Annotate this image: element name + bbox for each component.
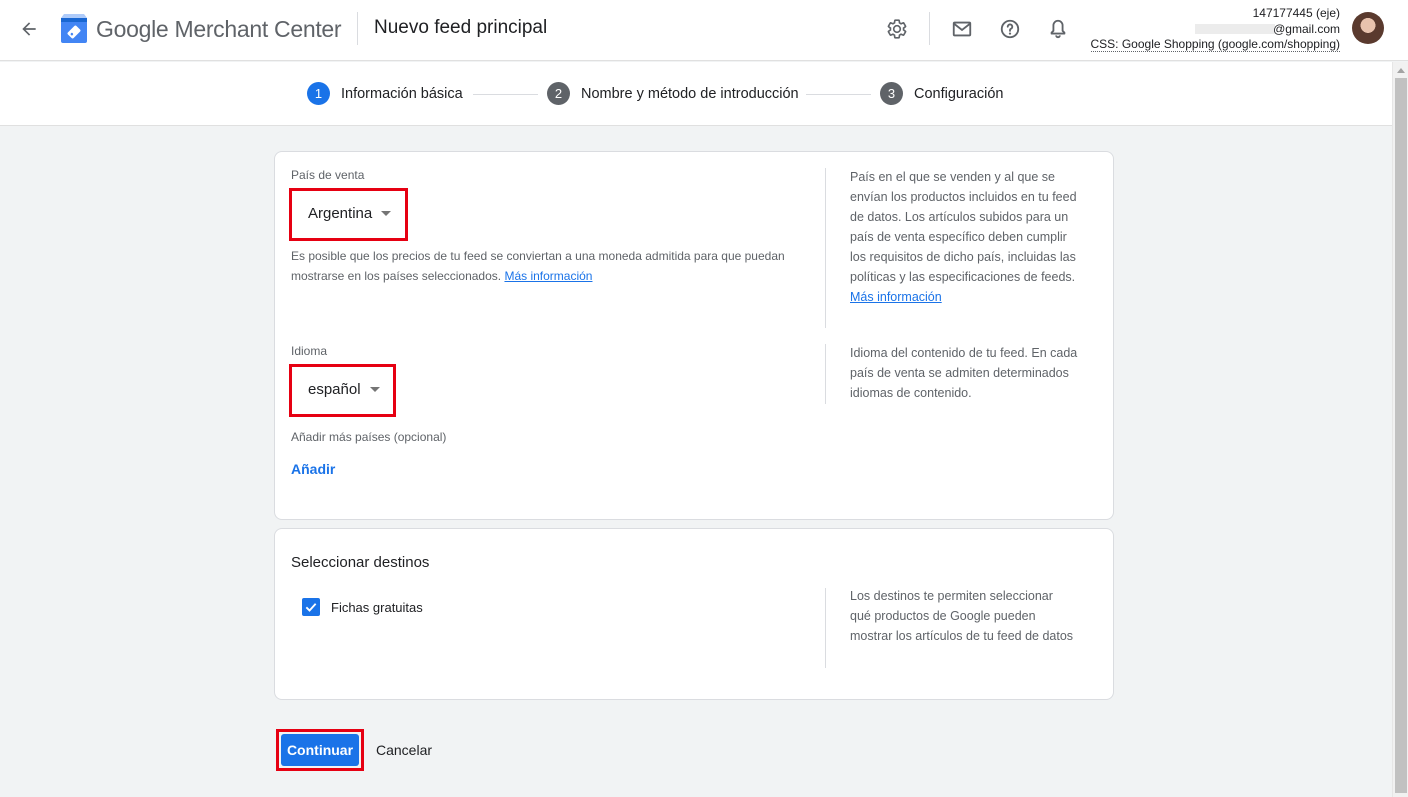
free-listings-checkbox[interactable] xyxy=(302,598,320,616)
step-connector xyxy=(473,94,538,95)
language-description: Idioma del contenido de tu feed. En cada… xyxy=(850,346,1078,400)
account-email: @gmail.com xyxy=(1091,21,1340,38)
stepper: 1 Información básica 2 Nombre y método d… xyxy=(0,62,1392,126)
top-app-bar: Google Merchant Center Nuevo feed princi… xyxy=(0,0,1408,61)
step-2-label: Nombre y método de introducción xyxy=(581,85,799,102)
brand-name: Google Merchant Center xyxy=(96,16,342,43)
add-country-button[interactable]: Añadir xyxy=(291,461,335,477)
country-description-link[interactable]: Más información xyxy=(850,290,942,304)
step-1: 1 Información básica xyxy=(307,82,463,105)
scrollbar-thumb[interactable] xyxy=(1395,78,1407,793)
free-listings-label[interactable]: Fichas gratuitas xyxy=(331,600,423,615)
brand-product: Merchant Center xyxy=(174,16,342,42)
country-divider xyxy=(825,168,826,328)
step-2-number: 2 xyxy=(547,82,570,105)
bell-icon[interactable] xyxy=(1044,15,1072,43)
basic-info-card: País de venta Argentina Es posible que l… xyxy=(274,151,1114,520)
step-3-number: 3 xyxy=(880,82,903,105)
step-1-label: Información básica xyxy=(341,85,463,102)
page-title: Nuevo feed principal xyxy=(374,17,548,38)
gear-icon[interactable] xyxy=(883,15,911,43)
account-id: 147177445 (eje) xyxy=(1252,6,1340,20)
step-3-label: Configuración xyxy=(914,85,1004,102)
more-countries-label: Añadir más países (opcional) xyxy=(291,430,447,444)
redacted-email xyxy=(1195,24,1276,35)
merchant-center-logo[interactable] xyxy=(60,14,88,44)
step-3: 3 Configuración xyxy=(880,82,1003,105)
country-description: País en el que se venden y al que se env… xyxy=(850,167,1085,307)
step-2: 2 Nombre y método de introducción xyxy=(547,82,799,105)
brand-google: Google xyxy=(96,16,169,42)
header-divider xyxy=(357,12,358,45)
country-label: País de venta xyxy=(291,168,365,182)
step-1-number: 1 xyxy=(307,82,330,105)
language-label: Idioma xyxy=(291,344,328,358)
destinations-title: Seleccionar destinos xyxy=(291,554,430,571)
country-helper: Es posible que los precios de tu feed se… xyxy=(291,246,791,286)
language-divider xyxy=(825,344,826,404)
arrow-back-icon[interactable] xyxy=(14,14,44,44)
cancel-button[interactable]: Cancelar xyxy=(372,734,436,766)
country-helper-link[interactable]: Más información xyxy=(504,269,592,283)
continue-button[interactable]: Continuar xyxy=(281,734,359,766)
page-scrollbar[interactable] xyxy=(1392,62,1408,797)
help-icon[interactable] xyxy=(996,15,1024,43)
step-connector xyxy=(806,94,871,95)
country-description-text: País en el que se venden y al que se env… xyxy=(850,170,1077,284)
destinations-card: Seleccionar destinos Fichas gratuitas Lo… xyxy=(274,528,1114,700)
account-css-link[interactable]: CSS: Google Shopping (google.com/shoppin… xyxy=(1090,37,1340,52)
header-icons-divider xyxy=(929,12,930,45)
language-highlight-box xyxy=(289,364,396,417)
account-email-suffix: @gmail.com xyxy=(1273,21,1340,36)
check-icon xyxy=(305,603,317,612)
avatar[interactable] xyxy=(1352,12,1384,44)
destinations-description: Los destinos te permiten seleccionar qué… xyxy=(850,589,1074,643)
account-info[interactable]: 147177445 (eje) @gmail.com CSS: Google S… xyxy=(1090,6,1340,53)
scroll-up-arrow-icon[interactable] xyxy=(1397,68,1405,73)
country-highlight-box xyxy=(289,188,408,241)
destinations-divider xyxy=(825,588,826,668)
mail-icon[interactable] xyxy=(948,15,976,43)
